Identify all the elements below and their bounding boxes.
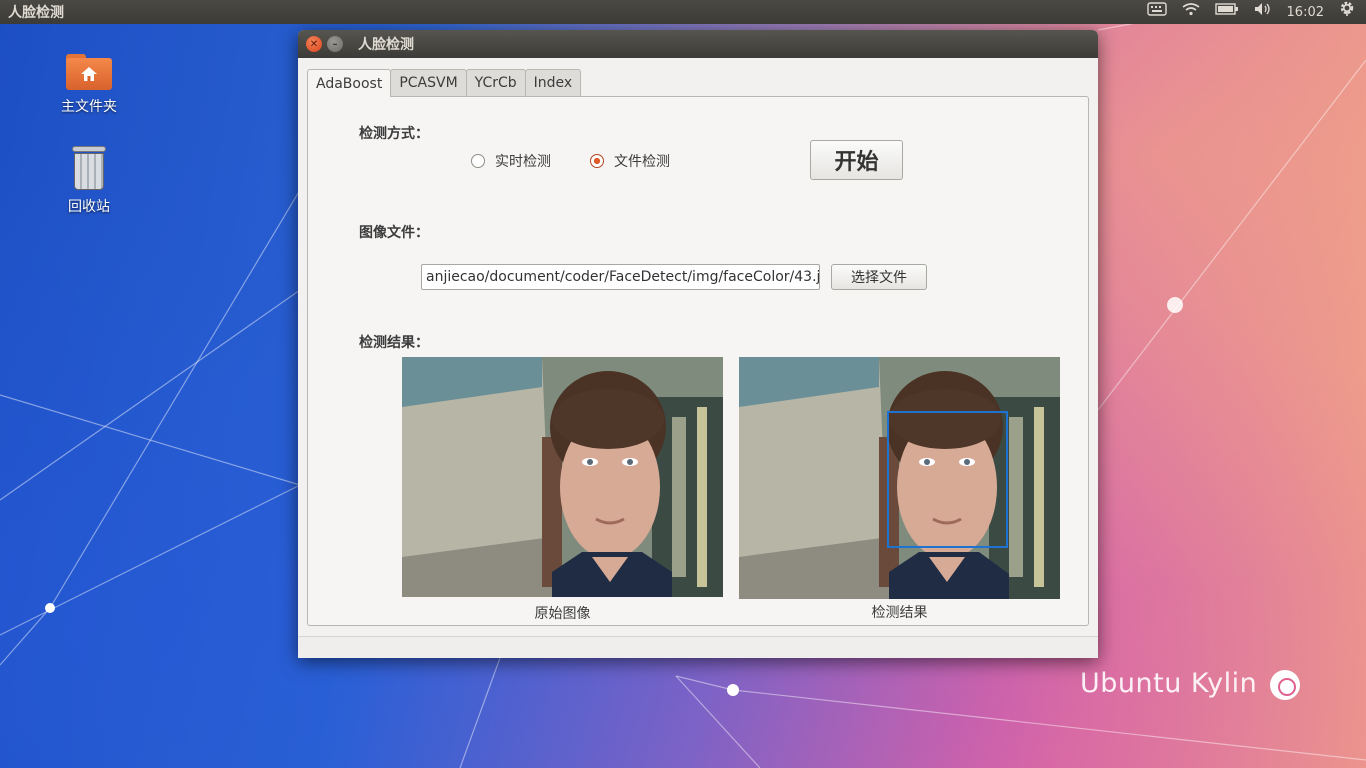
- desktop-icon-trash[interactable]: 回收站: [44, 146, 134, 216]
- result-label: 检测结果：: [359, 335, 429, 351]
- radio-file-indicator[interactable]: [590, 154, 604, 168]
- adaboost-pane: 检测方式： 实时检测 文件检测 开始 图像文件： anjiecao/docume…: [307, 96, 1089, 626]
- system-tray: 16:02: [1146, 0, 1366, 25]
- desktop-icon-home[interactable]: 主文件夹: [44, 52, 134, 116]
- top-panel: 人脸检测 16:02: [0, 0, 1366, 24]
- battery-icon[interactable]: [1214, 0, 1239, 24]
- image-file-label: 图像文件：: [359, 225, 429, 241]
- minimize-icon[interactable]: –: [327, 36, 343, 52]
- tab-bar: AdaBoost PCASVM YCrCb Index: [307, 69, 582, 97]
- volume-icon[interactable]: [1253, 0, 1273, 24]
- clock[interactable]: 16:02: [1287, 5, 1324, 20]
- trash-icon: [72, 146, 106, 190]
- active-app-name: 人脸检测: [8, 5, 64, 21]
- original-image-caption: 原始图像: [534, 606, 591, 622]
- desktop-icon-label: 主文件夹: [61, 99, 117, 115]
- result-image: [739, 357, 1060, 599]
- wifi-icon[interactable]: [1181, 0, 1201, 24]
- tab-ycrcb[interactable]: YCrCb: [465, 69, 526, 96]
- status-bar: [298, 636, 1098, 658]
- choose-file-button[interactable]: 选择文件: [831, 264, 927, 290]
- gear-icon[interactable]: [1338, 0, 1356, 25]
- desktop-icon-label: 回收站: [68, 199, 110, 215]
- file-path-input[interactable]: anjiecao/document/coder/FaceDetect/img/f…: [421, 264, 820, 290]
- radio-file-label: 文件检测: [614, 154, 670, 170]
- tab-index[interactable]: Index: [524, 69, 582, 96]
- face-detect-window: ✕ – 人脸检测 AdaBoost PCASVM YCrCb Index 检测方…: [298, 30, 1098, 658]
- radio-realtime-indicator[interactable]: [471, 154, 485, 168]
- radio-realtime-label: 实时检测: [495, 154, 551, 170]
- keyboard-icon[interactable]: [1146, 0, 1167, 24]
- brand-watermark: Ubuntu Kylin: [1080, 668, 1258, 699]
- close-icon[interactable]: ✕: [306, 36, 322, 52]
- tab-pcasvm[interactable]: PCASVM: [390, 69, 467, 96]
- start-button[interactable]: 开始: [810, 140, 903, 180]
- detect-mode-label: 检测方式：: [359, 126, 429, 142]
- tab-adaboost[interactable]: AdaBoost: [307, 69, 392, 97]
- result-image-caption: 检测结果: [871, 605, 928, 621]
- window-title: 人脸检测: [358, 37, 414, 53]
- ubuntu-kylin-logo-icon: [1270, 670, 1300, 700]
- radio-realtime[interactable]: 实时检测: [471, 151, 551, 171]
- window-titlebar[interactable]: ✕ – 人脸检测: [298, 30, 1098, 58]
- radio-file[interactable]: 文件检测: [590, 151, 670, 171]
- home-folder-icon: [66, 52, 112, 90]
- original-image: [402, 357, 723, 597]
